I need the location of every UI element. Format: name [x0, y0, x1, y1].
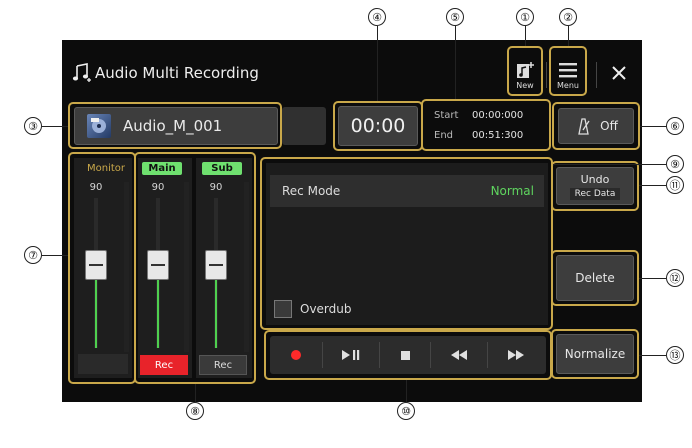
overdub-label: Overdub	[300, 302, 352, 316]
level-meter	[124, 182, 129, 352]
callout-number-9: ⑨	[666, 155, 684, 173]
play-pause-button[interactable]	[323, 336, 379, 374]
normalize-label: Normalize	[564, 347, 626, 361]
audio-file-selector[interactable]: Audio_M_001	[74, 107, 278, 145]
start-end-display: Start 00:00:000 End 00:51:300	[426, 102, 550, 148]
callout-leader	[525, 26, 526, 46]
callout-leader	[195, 384, 196, 402]
callout-leader	[639, 355, 666, 356]
fast-forward-icon	[507, 349, 525, 361]
menu-label: Menu	[557, 81, 579, 90]
channel-monitor: Monitor 90	[74, 158, 132, 378]
header-separator	[596, 62, 597, 88]
callout-number-10: ⑩	[397, 402, 415, 420]
end-label: End	[434, 130, 454, 141]
delete-label: Delete	[575, 271, 615, 285]
normalize-button[interactable]: Normalize	[556, 334, 634, 374]
undo-rec-data-button[interactable]: Undo Rec Data	[556, 167, 634, 205]
channel-footer	[78, 354, 128, 374]
metronome-icon	[574, 117, 592, 135]
main-rec-button[interactable]: Rec	[140, 355, 188, 375]
channel-main: Main 90 Rec	[138, 158, 192, 378]
callout-leader	[377, 26, 378, 101]
channel-label: Monitor	[86, 163, 125, 174]
callout-number-2: ②	[559, 8, 577, 26]
delete-button[interactable]: Delete	[556, 255, 634, 301]
channel-label: Main	[142, 162, 182, 175]
callout-number-1: ①	[516, 8, 534, 26]
callout-number-4: ④	[368, 8, 386, 26]
channel-volume-value: 90	[209, 182, 223, 193]
rec-mode-label: Rec Mode	[282, 184, 341, 198]
level-meter	[184, 182, 189, 352]
new-label: New	[516, 81, 534, 90]
callout-leader	[639, 278, 666, 279]
callout-number-3: ③	[24, 117, 42, 135]
current-time-display: 00:00	[338, 106, 418, 146]
callout-leader	[639, 185, 666, 186]
start-value: 00:00:000	[472, 110, 524, 121]
start-label: Start	[434, 110, 459, 121]
callout-number-5: ⑤	[446, 8, 464, 26]
level-meter	[244, 182, 249, 352]
callout-number-7: ⑦	[24, 246, 42, 264]
music-notes-icon	[72, 63, 92, 87]
fader-level	[157, 268, 159, 348]
record-button[interactable]	[270, 336, 322, 374]
record-icon	[291, 350, 301, 360]
callout-number-8: ⑧	[186, 402, 204, 420]
volume-fader[interactable]	[147, 250, 169, 280]
end-value: 00:51:300	[472, 130, 524, 141]
stop-icon	[400, 350, 410, 360]
sub-rec-button[interactable]: Rec	[199, 355, 247, 375]
rec-mode-row[interactable]: Rec Mode Normal	[270, 175, 544, 207]
audio-file-icon	[87, 114, 111, 138]
file-name: Audio_M_001	[123, 117, 223, 135]
callout-leader	[455, 26, 456, 99]
hamburger-icon	[559, 62, 577, 82]
fader-level	[95, 268, 97, 348]
fader-level	[215, 268, 217, 348]
callout-leader	[553, 164, 666, 165]
callout-leader	[568, 26, 569, 46]
close-icon[interactable]	[611, 65, 627, 85]
new-song-icon	[516, 61, 534, 83]
channel-volume-value: 90	[89, 182, 103, 193]
callout-leader	[42, 255, 68, 256]
rec-mode-value: Normal	[490, 184, 534, 198]
metronome-state: Off	[600, 119, 618, 133]
callout-leader	[42, 126, 68, 127]
channel-label: Sub	[202, 162, 242, 175]
volume-fader[interactable]	[205, 250, 227, 280]
callout-number-13: ⑬	[666, 346, 684, 364]
file-bar-extension	[282, 107, 326, 145]
menu-button[interactable]: Menu	[552, 59, 584, 93]
channel-sub: Sub 90 Rec	[196, 158, 252, 378]
fast-forward-button[interactable]	[488, 336, 544, 374]
callout-number-6: ⑥	[666, 117, 684, 135]
rewind-icon	[450, 349, 468, 361]
callout-leader	[640, 126, 666, 127]
play-pause-icon	[341, 349, 361, 361]
rewind-button[interactable]	[431, 336, 487, 374]
page-title: Audio Multi Recording	[95, 64, 259, 82]
callout-leader	[406, 380, 407, 402]
current-time: 00:00	[350, 115, 406, 137]
stop-button[interactable]	[380, 336, 430, 374]
header-separator	[546, 62, 547, 88]
callout-number-12: ⑫	[666, 269, 684, 287]
volume-fader[interactable]	[85, 250, 107, 280]
overdub-checkbox[interactable]	[274, 300, 292, 318]
metronome-button[interactable]: Off	[558, 108, 634, 144]
new-button[interactable]: New	[510, 59, 540, 93]
undo-label: Undo	[580, 172, 610, 186]
rec-settings-panel: Rec Mode Normal Overdub	[266, 163, 548, 325]
channel-volume-value: 90	[151, 182, 165, 193]
callout-number-11: ⑪	[666, 176, 684, 194]
rec-data-label: Rec Data	[569, 187, 621, 200]
